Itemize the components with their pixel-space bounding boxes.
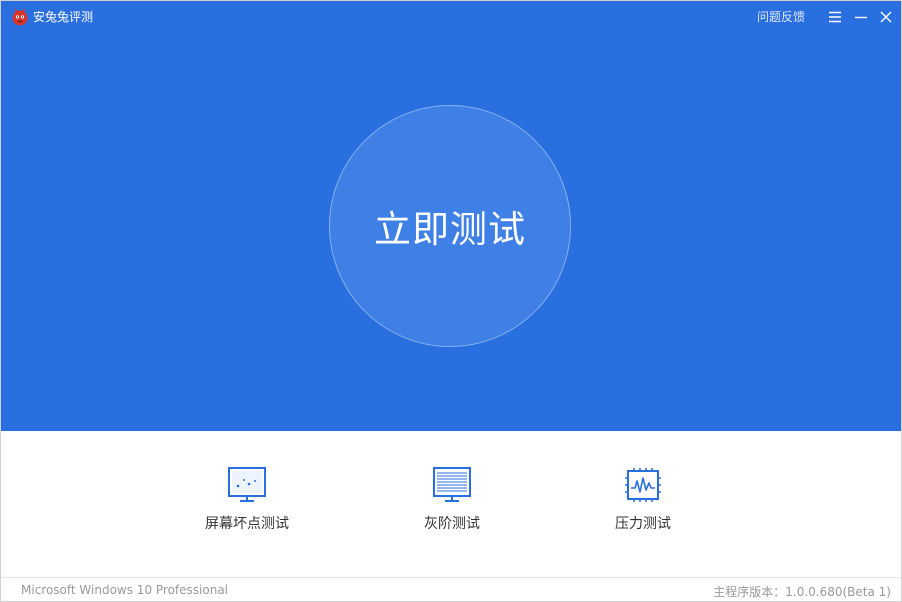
grayscale-test-button[interactable]: 灰阶测试 (382, 467, 522, 537)
grayscale-test-label: 灰阶测试 (424, 516, 480, 532)
app-title: 安兔兔评测 (33, 10, 94, 24)
stress-test-label: 压力测试 (615, 516, 671, 532)
stress-test-button[interactable]: 压力测试 (573, 467, 713, 537)
grayscale-monitor-icon (433, 467, 471, 502)
dead-pixel-monitor-icon (228, 467, 266, 502)
hero-panel: 安兔兔评测 问题反馈 立即测试 (1, 1, 901, 431)
menu-button[interactable] (825, 7, 845, 27)
stress-chip-icon (625, 468, 661, 502)
dead-pixel-test-button[interactable]: 屏幕坏点测试 (177, 467, 317, 537)
minimize-icon (855, 16, 867, 19)
antutu-logo-icon (12, 8, 28, 26)
dead-pixel-test-label: 屏幕坏点测试 (205, 516, 289, 532)
start-test-button[interactable]: 立即测试 (329, 105, 571, 347)
start-test-label: 立即测试 (374, 208, 526, 251)
title-bar: 安兔兔评测 问题反馈 (1, 1, 901, 33)
minimize-button[interactable] (851, 7, 871, 27)
app-window: 安兔兔评测 问题反馈 立即测试 屏幕坏点测试 灰阶测试 压力测试 Microso… (0, 0, 902, 602)
status-bar: Microsoft Windows 10 Professional 主程序版本：… (1, 577, 901, 601)
os-info: Microsoft Windows 10 Professional (21, 583, 229, 597)
close-icon (880, 11, 892, 23)
feedback-link[interactable]: 问题反馈 (757, 9, 805, 25)
hamburger-menu-icon (829, 11, 841, 23)
version-info: 主程序版本：1.0.0.680(Beta 1) (713, 585, 891, 599)
close-button[interactable] (876, 7, 896, 27)
